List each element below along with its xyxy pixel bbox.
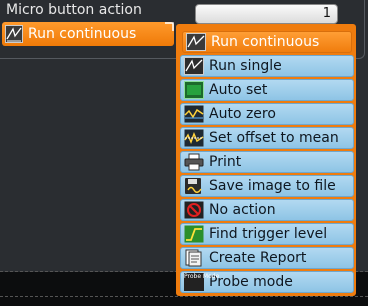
auto-zero-icon [184, 105, 204, 123]
graph-gridline [0, 296, 368, 297]
menu-item-print[interactable]: Print [180, 151, 354, 173]
action-selector-button[interactable]: Run continuous [2, 22, 174, 46]
probe-mode-icon: Probe Mode [184, 273, 219, 291]
dropdown-corner-icon [165, 22, 174, 31]
report-icon [185, 249, 202, 267]
floppy-disk-icon [185, 178, 202, 194]
menu-item-save-image[interactable]: Save image to file [180, 175, 354, 197]
value-field[interactable]: 1 [195, 4, 338, 24]
menu-item-find-trigger[interactable]: Find trigger level [180, 223, 354, 245]
run-continuous-icon [5, 25, 23, 43]
menu-item-run-continuous[interactable]: Run continuous [182, 31, 352, 53]
menu-item-create-report[interactable]: Create Report [180, 247, 354, 269]
section-title: Micro button action [6, 2, 142, 18]
run-continuous-icon [186, 33, 206, 51]
menu-item-probe-mode[interactable]: Probe Mode Probe mode [180, 271, 354, 293]
offset-icon [184, 129, 204, 147]
menu-item-auto-zero[interactable]: Auto zero [180, 103, 354, 125]
run-single-icon [184, 57, 204, 75]
trigger-icon [184, 225, 204, 243]
menu-item-auto-set[interactable]: Auto set [180, 79, 354, 101]
selector-label: Run continuous [28, 26, 137, 42]
printer-icon [184, 153, 204, 171]
menu-item-no-action[interactable]: No action [180, 199, 354, 221]
menu-item-run-single[interactable]: Run single [180, 55, 354, 77]
menu-item-set-offset[interactable]: Set offset to mean [180, 127, 354, 149]
no-action-icon [184, 201, 204, 219]
auto-set-icon [184, 81, 204, 99]
